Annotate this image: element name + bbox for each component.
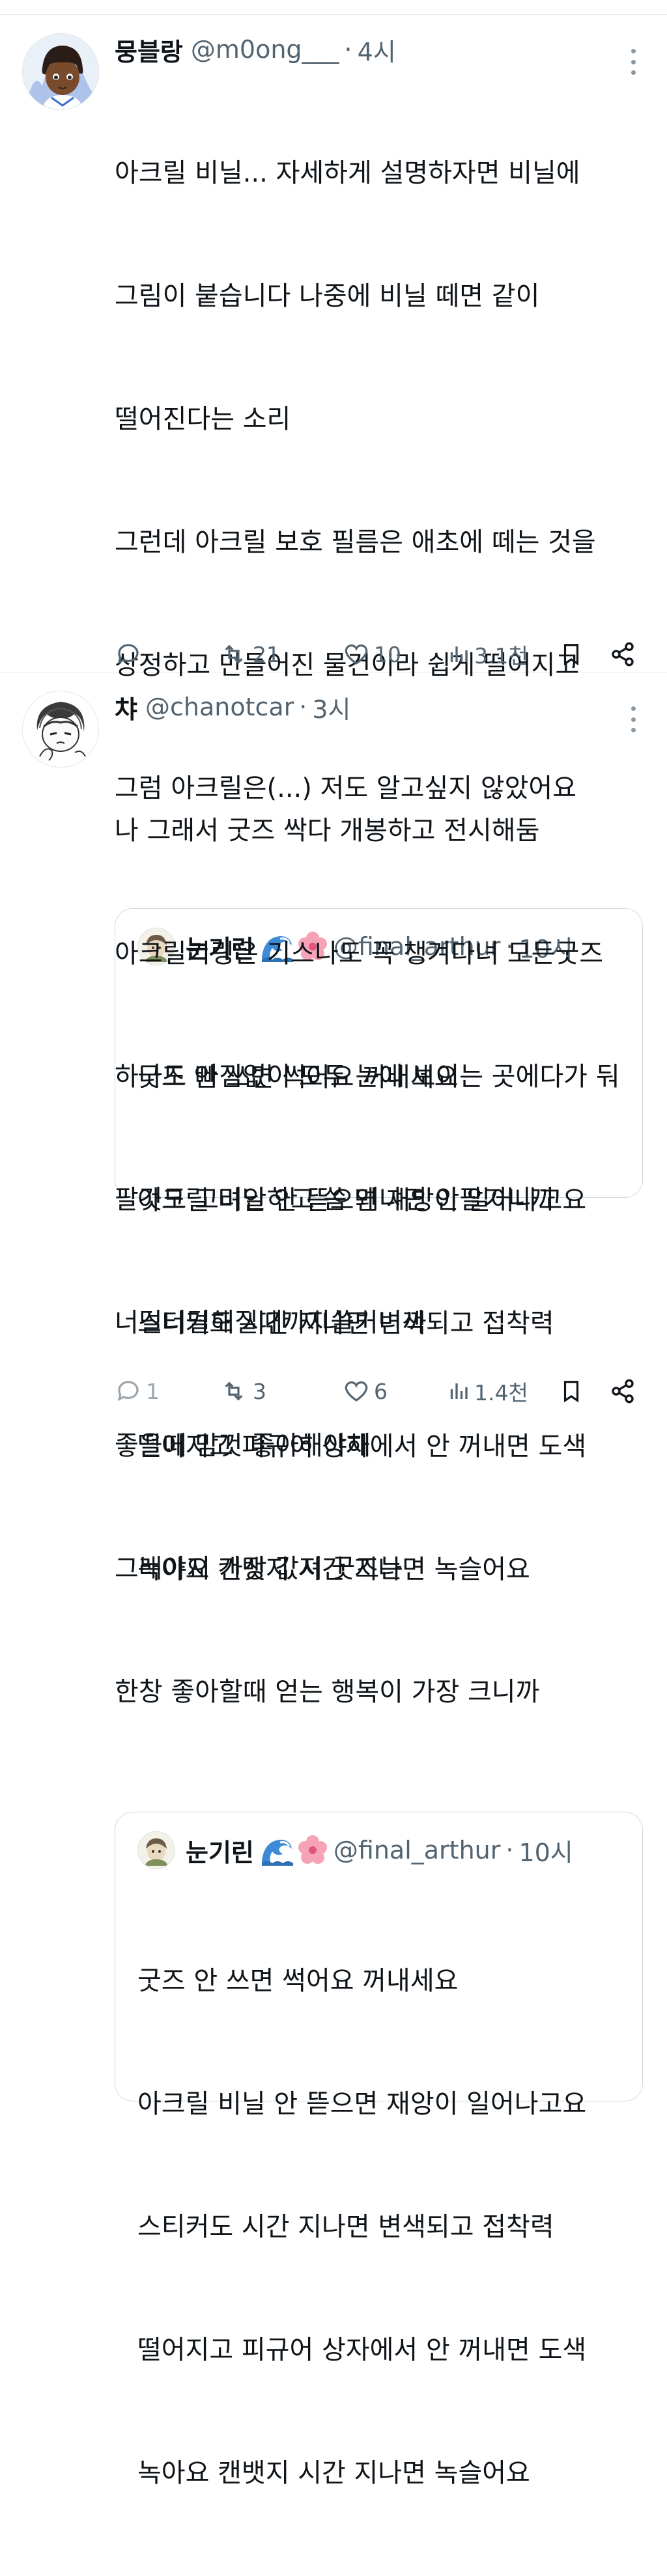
author-name[interactable]: 챠: [115, 689, 137, 725]
reply-icon: [117, 644, 139, 665]
timestamp[interactable]: 4시: [358, 32, 396, 68]
share-icon: [612, 1379, 634, 1404]
timestamp[interactable]: 3시: [312, 689, 350, 725]
reply-button[interactable]: 1: [115, 1378, 219, 1405]
like-button[interactable]: 10: [343, 641, 447, 668]
like-button[interactable]: 6: [343, 1378, 447, 1405]
bookmark-button[interactable]: [559, 641, 610, 668]
blossom-emoji-icon: [297, 1835, 331, 1866]
separator-dot: ·: [344, 35, 352, 64]
tweet[interactable]: 뭉블랑 @m0ong___ · 4시 아크릴 비닐... 자세하게 설명하자면 …: [0, 15, 667, 1585]
quote-line: 녹아요 캔뱃지 시간 지나면 녹슬어요: [137, 2458, 530, 2488]
bookmark-button[interactable]: [559, 1378, 610, 1405]
views-count: 3.1천: [474, 643, 528, 669]
separator-dot: ·: [505, 1836, 514, 1864]
author-name[interactable]: 뭉블랑: [115, 32, 183, 68]
share-button[interactable]: [610, 1378, 640, 1405]
tweet-line: 너덜너덜해질때까지쓸거니까: [115, 1308, 427, 1338]
tweet-line: 팔것도 고려안하고 씀 왜냐면 안팔거니까: [115, 1185, 556, 1215]
reply-count: 1: [146, 1378, 160, 1404]
separator-dot: ·: [299, 693, 307, 721]
quote-line: 굿즈 안 쓰면 썩어요 꺼내세요: [137, 1966, 459, 1996]
tweet-line: 나 그래서 굿즈 싹다 개봉하고 전시해둠: [115, 816, 540, 846]
tweet-line: 떨어진다는 소리: [115, 404, 291, 434]
quote-text: 굿즈 안 쓰면 썩어요 꺼내세요 아크릴 비닐 안 뜯으면 재앙이 일어나고요 …: [137, 1879, 642, 2576]
author-handle[interactable]: @chanotcar: [145, 693, 294, 721]
action-bar: 21 10 3.1천: [115, 639, 651, 670]
wave-emoji-icon: [261, 1835, 294, 1866]
top-divider: [0, 0, 667, 15]
like-count: 6: [374, 1378, 388, 1404]
views-icon: [450, 1383, 468, 1399]
quote-timestamp: 10시: [518, 1838, 573, 1867]
quoted-tweet[interactable]: 눈기린 @final_arthur · 10시 굿즈 안 쓰면 썩어요 꺼내세요…: [115, 1812, 643, 2488]
reply-button[interactable]: [115, 641, 219, 668]
retweet-icon: [225, 644, 243, 664]
views-button[interactable]: 3.1천: [447, 639, 559, 670]
bookmark-icon: [563, 644, 579, 666]
tweet-line: 아크릴 비닐... 자세하게 설명하자면 비닐에: [115, 158, 580, 188]
quote-author-name: 눈기린: [186, 1838, 254, 1867]
retweet-count: 21: [253, 641, 280, 667]
tweet-line: 그림이 붙습니다 나중에 비닐 떼면 같이: [115, 281, 540, 311]
quote-line: 아크릴 비닐 안 뜯으면 재앙이 일어나고요: [137, 2089, 587, 2119]
retweet-icon: [225, 1381, 243, 1401]
tweet-line: 하나도 빠짐없이 모두 눈에 보이는 곳에다가 둬: [115, 1062, 620, 1092]
tweet-line: 좋을때 맘껏 좋아해야해: [115, 1431, 371, 1461]
tweet-line: 그런데 아크릴 보호 필름은 애초에 떼는 것을: [115, 527, 596, 557]
tweet-line: 한창 좋아할때 얻는 행복이 가장 크니까: [115, 1677, 540, 1707]
tweet-header: 뭉블랑 @m0ong___ · 4시: [115, 33, 651, 66]
reply-icon: [117, 1381, 139, 1402]
avatar[interactable]: [22, 33, 99, 110]
share-icon: [612, 642, 634, 667]
quote-header: 눈기린 @final_arthur · 10시: [137, 1831, 642, 1869]
views-count: 1.4천: [474, 1380, 528, 1406]
quote-line: 떨어지고 피규어 상자에서 안 꺼내면 도색: [137, 2335, 587, 2365]
bookmark-icon: [563, 1381, 579, 1403]
views-button[interactable]: 1.4천: [447, 1376, 559, 1407]
retweet-button[interactable]: 3: [219, 1378, 343, 1405]
tweet-line: 그래야지 가장 값져 굿즈는: [115, 1554, 403, 1584]
quote-author-handle: @final_arthur: [333, 1836, 501, 1864]
tweet-line: 아크릴키링은 기스나도 꼭 챙겨다녀 모든굿즈: [115, 939, 604, 969]
heart-icon: [345, 644, 368, 665]
more-options-icon[interactable]: [629, 49, 637, 75]
quote-line: 스티커도 시간 지나면 변색되고 접착력: [137, 2212, 554, 2242]
retweet-button[interactable]: 21: [219, 641, 343, 668]
like-count: 10: [374, 641, 401, 667]
author-handle[interactable]: @m0ong___: [191, 35, 339, 64]
more-options-icon[interactable]: [629, 706, 637, 732]
tweet-header: 챠 @chanotcar · 3시: [115, 689, 651, 725]
quote-avatar: [137, 1831, 175, 1869]
avatar[interactable]: [22, 691, 99, 768]
heart-icon: [345, 1381, 368, 1402]
action-bar: 1 3 6 1.4천: [115, 1376, 651, 1407]
retweet-count: 3: [253, 1378, 266, 1404]
share-button[interactable]: [610, 641, 640, 668]
views-icon: [450, 646, 468, 662]
tweet[interactable]: 챠 @chanotcar · 3시 나 그래서 굿즈 싹다 개봉하고 전시해둠 …: [0, 672, 667, 2488]
tweet-text: 나 그래서 굿즈 싹다 개봉하고 전시해둠 아크릴키링은 기스나도 꼭 챙겨다녀…: [115, 728, 651, 1795]
